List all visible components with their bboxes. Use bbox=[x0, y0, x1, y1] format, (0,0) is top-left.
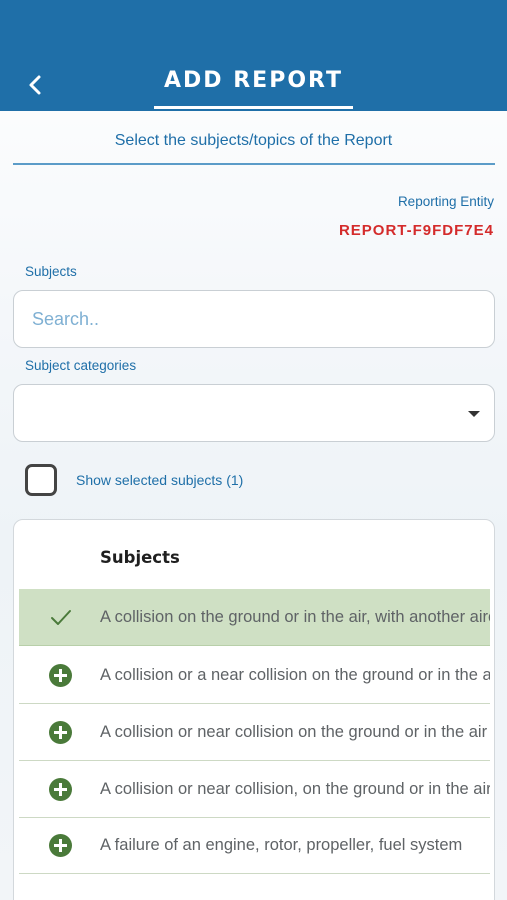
title-underline bbox=[154, 106, 353, 109]
add-circle-icon[interactable] bbox=[49, 721, 72, 744]
add-circle-icon[interactable] bbox=[49, 778, 72, 801]
reporting-entity-label: Reporting Entity bbox=[397, 194, 494, 209]
row-text: A collision or near collision on the gro… bbox=[100, 723, 488, 741]
step-label: Select the subjects/topics of the Report bbox=[114, 132, 393, 149]
row-text: A failure of an engine, rotor, propeller… bbox=[100, 836, 463, 854]
table-row[interactable]: A failure of an engine, rotor, propeller… bbox=[19, 817, 490, 874]
add-circle-icon[interactable] bbox=[49, 834, 72, 857]
page-title: ADD REPORT bbox=[164, 68, 343, 93]
table-row[interactable]: A collision or near collision on the gro… bbox=[19, 704, 490, 761]
subject-categories-select[interactable] bbox=[13, 384, 495, 442]
row-text: A collision or a near collision on the g… bbox=[100, 666, 490, 684]
table-row[interactable]: A collision or a near collision on the g… bbox=[19, 647, 490, 704]
show-selected-checkbox[interactable] bbox=[25, 464, 57, 496]
subjects-label: Subjects bbox=[25, 264, 77, 279]
row-text: A collision or near collision, on the gr… bbox=[100, 780, 490, 798]
step-divider bbox=[13, 163, 495, 165]
table-header: Subjects bbox=[100, 548, 180, 567]
table-row[interactable]: A collision or near collision, on the gr… bbox=[19, 761, 490, 818]
row-text: A collision on the ground or in the air,… bbox=[100, 608, 490, 626]
report-id: REPORT-F9FDF7E4 bbox=[338, 222, 494, 239]
search-input[interactable] bbox=[13, 290, 495, 348]
app-header: ADD REPORT bbox=[0, 0, 507, 111]
check-icon bbox=[49, 606, 72, 629]
table-row[interactable]: A collision on the ground or in the air,… bbox=[19, 589, 490, 646]
show-selected-label[interactable]: Show selected subjects (1) bbox=[76, 472, 243, 488]
subjects-table: Subjects A collision on the ground or in… bbox=[13, 519, 495, 900]
add-circle-icon[interactable] bbox=[49, 664, 72, 687]
caret-down-icon bbox=[468, 411, 480, 417]
subject-categories-label: Subject categories bbox=[25, 358, 137, 373]
